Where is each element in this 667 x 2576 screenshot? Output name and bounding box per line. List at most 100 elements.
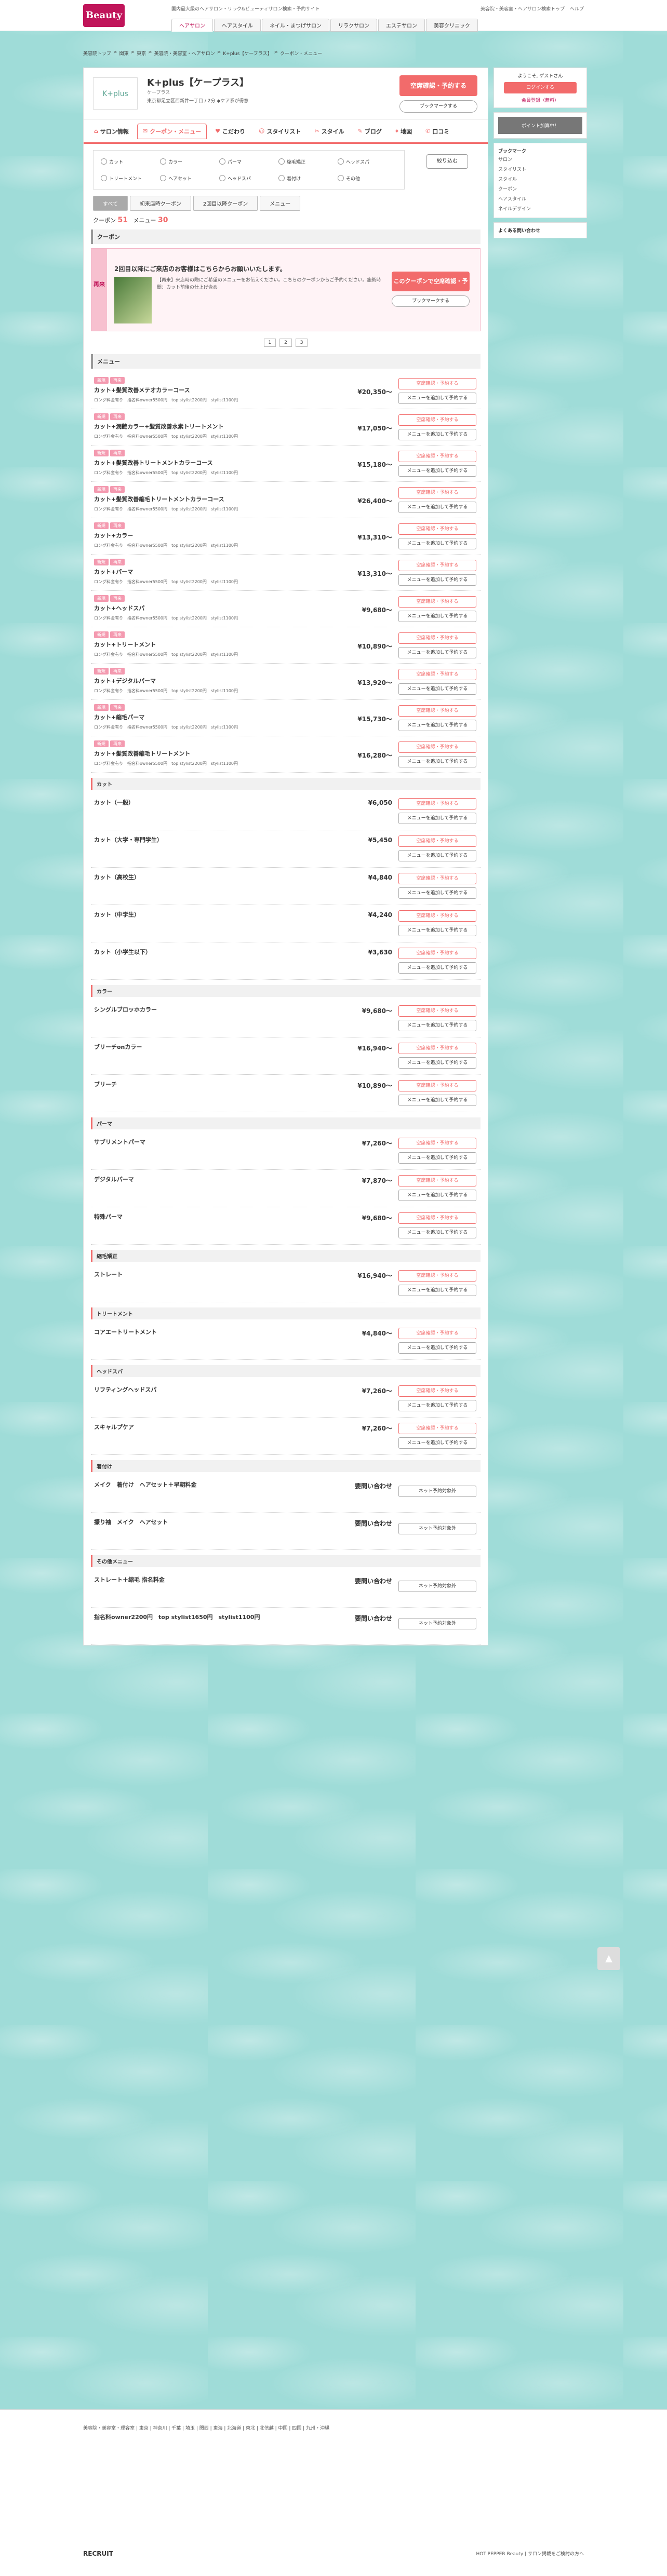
menu-reserve-button[interactable]: 空席確認・予約する (398, 451, 476, 462)
register-link[interactable]: 会員登録（無料） (498, 97, 582, 103)
menu-add-button[interactable]: メニューを追加して予約する (398, 1400, 476, 1411)
menu-add-button[interactable]: メニューを追加して予約する (398, 1152, 476, 1164)
menu-reserve-button[interactable]: 空席確認・予約する (398, 596, 476, 608)
menu-reserve-button[interactable]: 空席確認・予約する (398, 1212, 476, 1224)
filter-option[interactable]: ヘッドスパ (338, 155, 397, 168)
reserve-button[interactable]: 空席確認・予約する (399, 75, 477, 96)
menu-reserve-button[interactable]: 空席確認・予約する (398, 1080, 476, 1091)
menu-add-button[interactable]: メニューを追加して予約する (398, 813, 476, 824)
bookmark-button[interactable]: ブックマークする (399, 100, 477, 113)
menu-reserve-button[interactable]: 空席確認・予約する (398, 378, 476, 389)
filter-option[interactable]: その他 (338, 171, 397, 185)
menu-reserve-button[interactable]: 空席確認・予約する (398, 1270, 476, 1282)
menu-reserve-button[interactable]: 空席確認・予約する (398, 487, 476, 498)
coupon-bookmark-button[interactable]: ブックマークする (392, 295, 470, 307)
menu-add-button[interactable]: メニューを追加して予約する (398, 1020, 476, 1031)
menu-reserve-button[interactable]: 空席確認・予約する (398, 1423, 476, 1434)
menu-add-button[interactable]: メニューを追加して予約する (398, 574, 476, 586)
menu-reserve-button[interactable]: 空席確認・予約する (398, 1328, 476, 1339)
menu-reserve-button[interactable]: 空席確認・予約する (398, 669, 476, 680)
bookmark-item[interactable]: ヘアスタイル (498, 194, 582, 204)
tab-2[interactable]: ♥ こだわり (210, 124, 250, 139)
menu-add-button[interactable]: メニューを追加して予約する (398, 465, 476, 477)
menu-reserve-button[interactable]: 空席確認・予約する (398, 560, 476, 571)
site-logo[interactable]: Beauty (83, 4, 125, 27)
bookmark-item[interactable]: ネイルデザイン (498, 204, 582, 213)
tab-1[interactable]: ✉ クーポン・メニュー (137, 123, 207, 139)
footer-right[interactable]: HOT PEPPER Beauty | サロン掲載をご検討の方へ (476, 2550, 584, 2557)
breadcrumb-item[interactable]: 東京 (137, 50, 146, 57)
menu-add-button[interactable]: メニューを追加して予約する (398, 538, 476, 549)
tab-3[interactable]: ☺ スタイリスト (254, 124, 306, 139)
menu-add-button[interactable]: メニューを追加して予約する (398, 393, 476, 404)
back-to-top-button[interactable]: ▲ (597, 1947, 620, 1970)
menu-add-button[interactable]: メニューを追加して予約する (398, 647, 476, 658)
menu-reserve-button[interactable]: 空席確認・予約する (398, 741, 476, 753)
filter-option[interactable]: 縮毛矯正 (278, 155, 338, 168)
tab-0[interactable]: ⌂ サロン情報 (89, 124, 134, 139)
tab-all[interactable]: すべて (93, 196, 128, 211)
menu-add-button[interactable]: メニューを追加して予約する (398, 1437, 476, 1449)
filter-option[interactable]: ヘッドスパ (219, 171, 278, 185)
filter-option[interactable]: 着付け (278, 171, 338, 185)
menu-reserve-button[interactable]: 空席確認・予約する (398, 632, 476, 644)
tab-repeat[interactable]: 2回目以降クーポン (193, 196, 258, 211)
breadcrumb-item[interactable]: 美容院トップ (83, 50, 111, 57)
menu-add-button[interactable]: メニューを追加して予約する (398, 850, 476, 861)
tab-first-visit[interactable]: 初来店時クーポン (129, 196, 191, 211)
filter-option[interactable]: カット (101, 155, 160, 168)
tab-4[interactable]: ✂ スタイル (309, 124, 349, 139)
tab-5[interactable]: ✎ ブログ (353, 124, 387, 139)
page-link[interactable]: 2 (279, 339, 292, 347)
menu-add-button[interactable]: メニューを追加して予約する (398, 611, 476, 622)
menu-add-button[interactable]: メニューを追加して予約する (398, 720, 476, 731)
menu-reserve-button[interactable]: 空席確認・予約する (398, 705, 476, 717)
top-link-help[interactable]: ヘルプ (570, 5, 584, 12)
menu-reserve-button[interactable]: 空席確認・予約する (398, 414, 476, 426)
tab-7[interactable]: ✆ 口コミ (420, 124, 455, 139)
menu-add-button[interactable]: メニューを追加して予約する (398, 502, 476, 513)
filter-option[interactable]: ヘアセット (160, 171, 219, 185)
nav-nail[interactable]: ネイル・まつげサロン (262, 19, 329, 32)
menu-add-button[interactable]: メニューを追加して予約する (398, 962, 476, 974)
nav-relax[interactable]: リラクサロン (330, 19, 377, 32)
menu-add-button[interactable]: メニューを追加して予約する (398, 1342, 476, 1354)
menu-reserve-button[interactable]: 空席確認・予約する (398, 1175, 476, 1186)
nav-clinic[interactable]: 美容クリニック (426, 19, 478, 32)
menu-add-button[interactable]: メニューを追加して予約する (398, 1227, 476, 1238)
nav-esthe[interactable]: エステサロン (378, 19, 425, 32)
coupon-reserve-button[interactable]: このクーポンで空席確認・予約する (392, 272, 470, 304)
login-button[interactable]: ログインする (504, 82, 577, 93)
breadcrumb-item[interactable]: 関東 (119, 50, 129, 57)
bookmark-item[interactable]: クーポン (498, 184, 582, 194)
filter-option[interactable]: カラー (160, 155, 219, 168)
menu-reserve-button[interactable]: 空席確認・予約する (398, 910, 476, 922)
filter-button[interactable]: 絞り込む (426, 154, 468, 169)
menu-add-button[interactable]: メニューを追加して予約する (398, 1190, 476, 1201)
bookmark-item[interactable]: スタイリスト (498, 164, 582, 174)
nav-hair-salon[interactable]: ヘアサロン (171, 19, 213, 32)
page-link[interactable]: 1 (263, 339, 276, 347)
filter-option[interactable]: トリートメント (101, 171, 160, 185)
menu-add-button[interactable]: メニューを追加して予約する (398, 683, 476, 695)
tab-6[interactable]: ⌖ 地図 (390, 124, 417, 139)
menu-reserve-button[interactable]: 空席確認・予約する (398, 1043, 476, 1054)
menu-add-button[interactable]: メニューを追加して予約する (398, 756, 476, 767)
nav-hair-style[interactable]: ヘアスタイル (214, 19, 261, 32)
bookmark-item[interactable]: スタイル (498, 174, 582, 184)
menu-add-button[interactable]: メニューを追加して予約する (398, 1057, 476, 1069)
menu-reserve-button[interactable]: 空席確認・予約する (398, 1385, 476, 1397)
breadcrumb-item[interactable]: 美容院・美容室・ヘアサロン (154, 50, 215, 57)
menu-reserve-button[interactable]: 空席確認・予約する (398, 873, 476, 884)
breadcrumb-item[interactable]: K+plus【ケープラス】 (223, 50, 272, 57)
top-link-search[interactable]: 美容院・美容室・ヘアサロン検索トップ (481, 5, 565, 12)
bookmark-item[interactable]: サロン (498, 154, 582, 164)
filter-option[interactable]: パーマ (219, 155, 278, 168)
tab-menu[interactable]: メニュー (260, 196, 301, 211)
menu-reserve-button[interactable]: 空席確認・予約する (398, 948, 476, 959)
menu-reserve-button[interactable]: 空席確認・予約する (398, 1005, 476, 1017)
footer-links[interactable]: 美容院・美容室・理容室 | 東京 | 神奈川 | 千葉 | 埼玉 | 関西 | … (83, 2424, 582, 2433)
menu-reserve-button[interactable]: 空席確認・予約する (398, 523, 476, 535)
menu-reserve-button[interactable]: 空席確認・予約する (398, 1138, 476, 1149)
menu-add-button[interactable]: メニューを追加して予約する (398, 429, 476, 440)
